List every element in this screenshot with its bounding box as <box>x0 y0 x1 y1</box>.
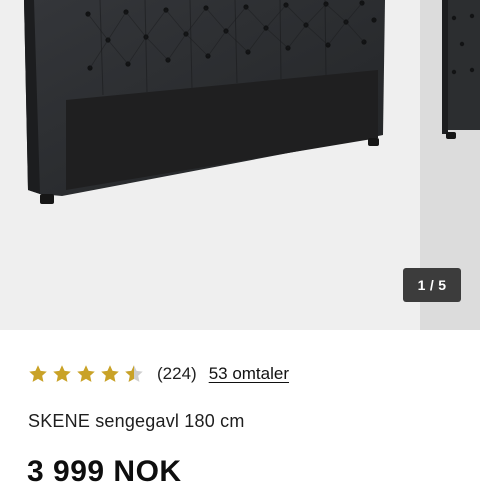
star-icon <box>53 365 71 382</box>
rating-row[interactable]: (224) 53 omtaler <box>28 360 289 388</box>
star-rating <box>28 364 148 384</box>
product-image-main[interactable] <box>0 0 420 330</box>
half-star-icon <box>125 365 143 382</box>
product-image-gallery[interactable]: 1 / 5 <box>0 0 480 330</box>
product-price: 3 999 NOK <box>27 455 182 488</box>
image-counter: 1 / 5 <box>403 268 461 302</box>
star-icon <box>77 365 95 382</box>
headboard-image <box>24 0 385 204</box>
star-icon <box>29 365 47 382</box>
reviews-link[interactable]: 53 omtaler <box>209 364 289 384</box>
star-icon <box>101 365 119 382</box>
product-title: SKENE sengegavl 180 cm <box>28 411 245 431</box>
rating-count: (224) <box>157 364 197 383</box>
